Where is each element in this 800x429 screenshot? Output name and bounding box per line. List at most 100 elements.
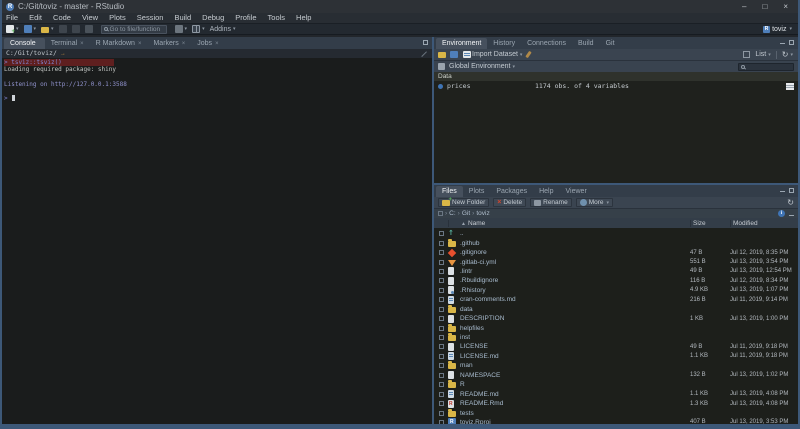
tab-close-icon[interactable]: × bbox=[138, 41, 142, 47]
breadcrumb-segment[interactable]: Git bbox=[458, 210, 470, 217]
name-column-header[interactable]: ▲Name bbox=[448, 220, 690, 227]
environment-search-box[interactable] bbox=[738, 63, 794, 71]
file-checkbox[interactable] bbox=[439, 307, 444, 312]
more-button[interactable]: More bbox=[576, 198, 613, 207]
file-name[interactable]: .Rbuildignore bbox=[460, 277, 690, 284]
select-all-checkbox[interactable] bbox=[438, 211, 443, 216]
file-row[interactable]: LICENSE.md 1.1 KB Jul 11, 2019, 9:18 PM bbox=[434, 352, 798, 361]
file-name[interactable]: toviz.Rproj bbox=[460, 419, 690, 424]
console-pane-tab[interactable]: Console bbox=[4, 38, 45, 49]
rename-button[interactable]: Rename bbox=[530, 198, 572, 207]
environment-pane-tab[interactable]: Environment bbox=[436, 38, 487, 49]
maximize-window-icon[interactable]: □ bbox=[762, 0, 767, 13]
menu-item[interactable]: View bbox=[82, 13, 98, 23]
file-name[interactable]: .gitignore bbox=[460, 249, 690, 256]
minimize-pane-icon[interactable] bbox=[780, 43, 785, 44]
size-column-header[interactable]: Size bbox=[690, 220, 730, 227]
file-checkbox[interactable] bbox=[439, 231, 444, 236]
view-table-icon[interactable] bbox=[786, 83, 794, 90]
environment-scope-select[interactable]: Global Environment bbox=[448, 62, 516, 72]
menu-item[interactable]: Plots bbox=[109, 13, 126, 23]
console-pane-tab[interactable]: Markers× bbox=[147, 38, 191, 49]
menu-item[interactable]: Help bbox=[296, 13, 311, 23]
console-output[interactable]: > tsviz::tsviz() Loading required packag… bbox=[2, 58, 432, 424]
file-checkbox[interactable] bbox=[439, 344, 444, 349]
menu-item[interactable]: Tools bbox=[268, 13, 286, 23]
file-checkbox[interactable] bbox=[439, 260, 444, 265]
file-name[interactable]: tests bbox=[460, 410, 690, 417]
console-pane-tab[interactable]: R Markdown× bbox=[90, 38, 148, 49]
file-name[interactable]: README.md bbox=[460, 391, 690, 398]
file-name[interactable]: helpfiles bbox=[460, 325, 690, 332]
file-name[interactable]: DESCRIPTION bbox=[460, 315, 690, 322]
file-row[interactable]: tests bbox=[434, 408, 798, 417]
file-row[interactable]: .github bbox=[434, 238, 798, 247]
file-checkbox[interactable] bbox=[439, 269, 444, 274]
delete-button[interactable]: × Delete bbox=[493, 198, 526, 207]
info-icon[interactable]: i bbox=[778, 210, 785, 217]
save-button[interactable] bbox=[58, 24, 68, 34]
file-checkbox[interactable] bbox=[439, 354, 444, 359]
breadcrumb-segment[interactable]: toviz bbox=[472, 210, 490, 217]
file-checkbox[interactable] bbox=[439, 335, 444, 340]
refresh-files-icon[interactable]: ↻ bbox=[787, 199, 794, 207]
new-file-button[interactable] bbox=[5, 24, 20, 34]
file-checkbox[interactable] bbox=[439, 316, 444, 321]
file-name[interactable]: .lintr bbox=[460, 268, 690, 275]
menu-item[interactable]: Profile bbox=[235, 13, 256, 23]
file-name[interactable]: cran-comments.md bbox=[460, 296, 690, 303]
console-pane-tab[interactable]: Terminal× bbox=[45, 38, 90, 49]
goto-directory-icon[interactable]: → bbox=[60, 51, 66, 57]
open-file-button[interactable] bbox=[40, 24, 55, 34]
files-pane-tab[interactable]: Plots bbox=[463, 186, 491, 197]
file-checkbox[interactable] bbox=[439, 326, 444, 331]
file-row[interactable]: .. bbox=[434, 229, 798, 238]
refresh-environment-button[interactable]: ↻ bbox=[781, 50, 794, 60]
maximize-pane-icon[interactable] bbox=[423, 40, 428, 45]
menu-item[interactable]: Edit bbox=[29, 13, 42, 23]
file-name[interactable]: inst bbox=[460, 334, 690, 341]
file-name[interactable]: .. bbox=[460, 230, 690, 237]
file-name[interactable]: R bbox=[460, 381, 690, 388]
file-row[interactable]: man bbox=[434, 361, 798, 370]
new-folder-button[interactable]: New Folder bbox=[438, 198, 489, 207]
close-window-icon[interactable]: × bbox=[783, 0, 788, 13]
file-checkbox[interactable] bbox=[439, 392, 444, 397]
file-row[interactable]: README.Rmd 1.3 KB Jul 13, 2019, 4:08 PM bbox=[434, 399, 798, 408]
menu-item[interactable]: Debug bbox=[202, 13, 224, 23]
file-row[interactable]: .Rbuildignore 116 B Jul 12, 2019, 8:34 P… bbox=[434, 276, 798, 285]
goto-file-box[interactable]: Go to file/function bbox=[101, 25, 167, 34]
file-row[interactable]: .gitignore 47 B Jul 12, 2019, 8:35 PM bbox=[434, 248, 798, 257]
load-workspace-icon[interactable] bbox=[438, 52, 446, 58]
panes-layout-button[interactable] bbox=[191, 24, 206, 34]
addins-button[interactable]: Addins bbox=[209, 24, 237, 34]
import-dataset-button[interactable]: Import Dataset bbox=[462, 50, 523, 60]
file-name[interactable]: .gitlab-ci.yml bbox=[460, 259, 690, 266]
file-row[interactable]: inst bbox=[434, 333, 798, 342]
file-row[interactable]: .Rhistory 4.9 KB Jul 13, 2019, 1:07 PM bbox=[434, 286, 798, 295]
file-row[interactable]: LICENSE 49 B Jul 11, 2019, 9:18 PM bbox=[434, 342, 798, 351]
clear-objects-broom-icon[interactable] bbox=[526, 51, 532, 58]
file-name[interactable]: NAMESPACE bbox=[460, 372, 690, 379]
file-checkbox[interactable] bbox=[439, 288, 444, 293]
file-checkbox[interactable] bbox=[439, 411, 444, 416]
console-pane-tab[interactable]: Jobs× bbox=[191, 38, 224, 49]
file-checkbox[interactable] bbox=[439, 278, 444, 283]
menu-item[interactable]: Session bbox=[137, 13, 164, 23]
print-button[interactable] bbox=[84, 24, 94, 34]
file-row[interactable]: NAMESPACE 132 B Jul 13, 2019, 1:02 PM bbox=[434, 371, 798, 380]
save-all-button[interactable] bbox=[71, 24, 81, 34]
file-name[interactable]: LICENSE bbox=[460, 343, 690, 350]
files-pane-tab[interactable]: Files bbox=[436, 186, 463, 197]
file-row[interactable]: toviz.Rproj 407 B Jul 13, 2019, 3:53 PM bbox=[434, 418, 798, 424]
environment-object-row[interactable]: prices 1174 obs. of 4 variables bbox=[434, 81, 798, 92]
file-checkbox[interactable] bbox=[439, 363, 444, 368]
file-row[interactable]: README.md 1.1 KB Jul 13, 2019, 4:08 PM bbox=[434, 389, 798, 398]
workspace-tools-button[interactable] bbox=[174, 24, 189, 34]
list-view-button[interactable]: List bbox=[754, 50, 771, 60]
menu-item[interactable]: File bbox=[6, 13, 18, 23]
file-name[interactable]: LICENSE.md bbox=[460, 353, 690, 360]
file-checkbox[interactable] bbox=[439, 420, 444, 424]
file-name[interactable]: .github bbox=[460, 240, 690, 247]
file-checkbox[interactable] bbox=[439, 401, 444, 406]
